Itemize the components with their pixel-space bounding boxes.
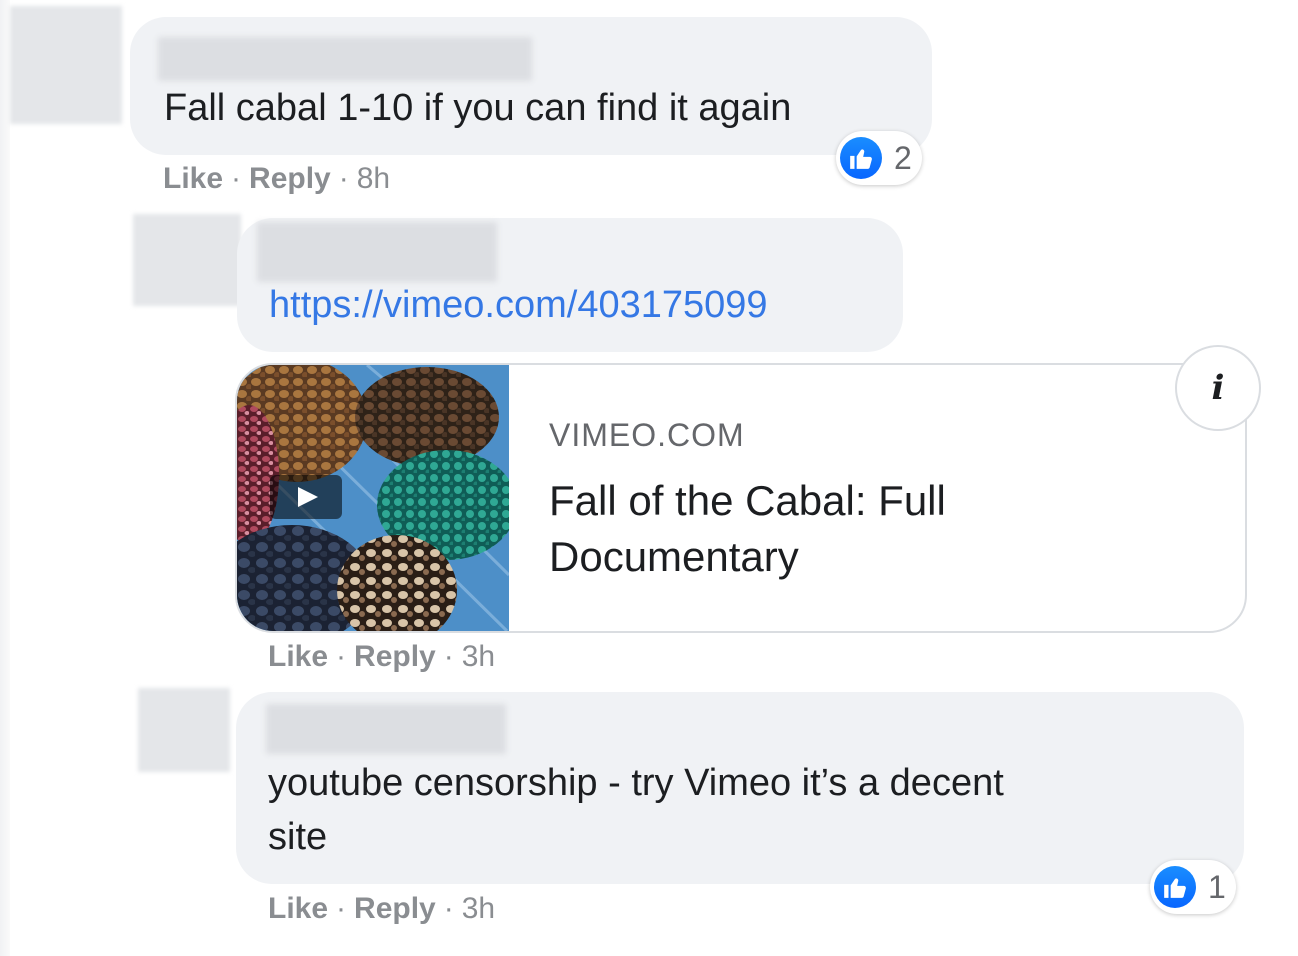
reaction-count[interactable]: 2 <box>836 131 922 185</box>
like-link[interactable]: Like <box>163 162 223 195</box>
timestamp[interactable]: 3h <box>462 640 495 673</box>
link-preview-card[interactable]: VIMEO.COM Fall of the Cabal: Full Docume… <box>235 363 1247 633</box>
comment-text: Fall cabal 1-10 if you can find it again <box>164 87 792 129</box>
commenter-name-redacted[interactable] <box>158 37 532 81</box>
commenter-name-redacted[interactable] <box>257 222 497 282</box>
avatar[interactable] <box>138 688 230 772</box>
thumbs-up-icon <box>1154 866 1196 908</box>
separator: · <box>338 162 349 195</box>
play-icon[interactable] <box>270 475 342 519</box>
comment-link[interactable]: https://vimeo.com/403175099 <box>269 278 768 332</box>
video-thumbnail[interactable] <box>237 365 509 631</box>
avatar[interactable] <box>133 214 241 306</box>
reaction-count[interactable]: 1 <box>1150 860 1236 914</box>
reaction-count-number: 2 <box>894 139 912 176</box>
reply-link[interactable]: Reply <box>249 162 331 195</box>
separator: · <box>336 892 347 925</box>
left-edge <box>0 0 10 956</box>
separator: · <box>336 640 347 673</box>
separator: · <box>443 892 454 925</box>
separator: · <box>231 162 242 195</box>
comment-bubble: https://vimeo.com/403175099 <box>237 218 903 352</box>
thumbs-up-icon <box>840 137 882 179</box>
separator: · <box>443 640 454 673</box>
comment-bubble: Fall cabal 1-10 if you can find it again <box>130 17 932 155</box>
like-link[interactable]: Like <box>268 892 328 925</box>
reply-link[interactable]: Reply <box>354 640 436 673</box>
like-link[interactable]: Like <box>268 640 328 673</box>
comment-text-line: site <box>268 816 328 858</box>
commenter-name-redacted[interactable] <box>266 704 506 754</box>
comment-bubble: youtube censorship - try Vimeo it’s a de… <box>236 692 1244 884</box>
timestamp[interactable]: 3h <box>462 892 495 925</box>
preview-title[interactable]: Fall of the Cabal: Full Documentary <box>549 473 1109 585</box>
preview-domain: VIMEO.COM <box>549 417 745 453</box>
comment-text-line: youtube censorship - try Vimeo it’s a de… <box>268 762 1004 804</box>
timestamp[interactable]: 8h <box>357 162 390 195</box>
reaction-count-number: 1 <box>1208 868 1226 905</box>
info-icon[interactable]: i <box>1175 345 1261 431</box>
comment-actions: Like · Reply · 8h <box>163 162 390 196</box>
reply-link[interactable]: Reply <box>354 892 436 925</box>
avatar[interactable] <box>10 6 122 124</box>
comment-actions: Like · Reply · 3h <box>268 892 495 926</box>
comment-actions: Like · Reply · 3h <box>268 640 495 674</box>
